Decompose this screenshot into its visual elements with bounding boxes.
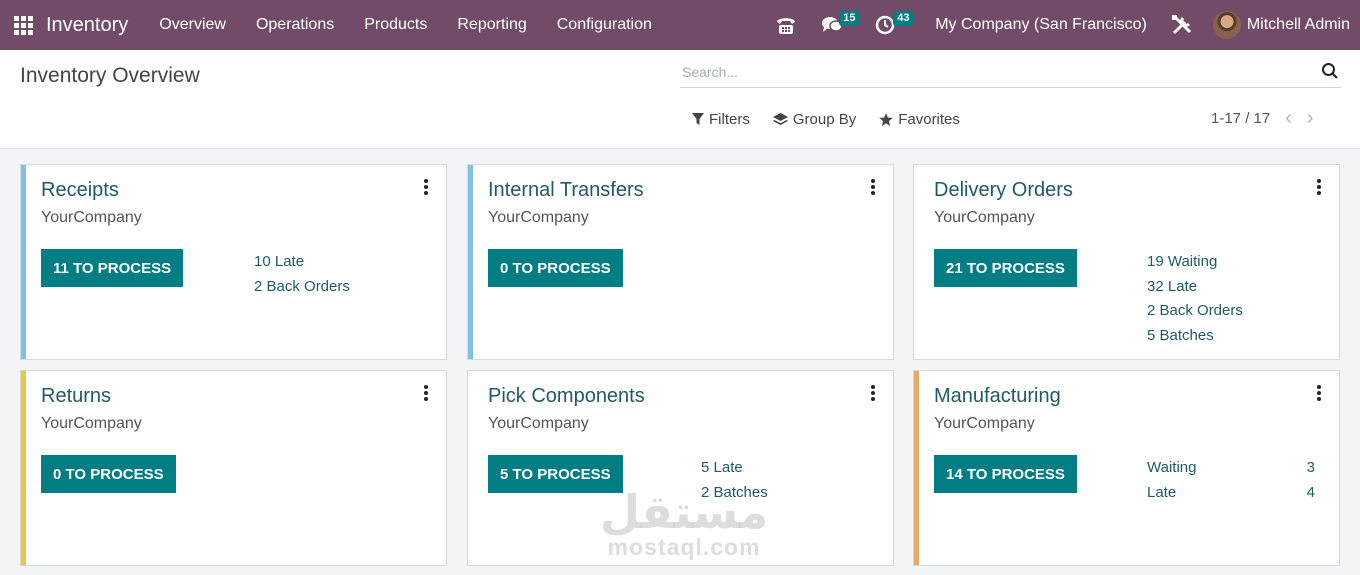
layers-icon xyxy=(772,112,788,125)
debug-tools-icon[interactable] xyxy=(1171,0,1193,50)
card-returns: Returns YourCompany 0 TO PROCESS xyxy=(20,370,447,566)
card-manufacturing: Manufacturing YourCompany 14 TO PROCESS … xyxy=(913,370,1340,566)
stat-late-link[interactable]: 10 Late xyxy=(254,253,350,278)
card-title[interactable]: Receipts xyxy=(41,179,119,202)
company-switcher[interactable]: My Company (San Francisco) xyxy=(935,16,1147,34)
menu-reporting[interactable]: Reporting xyxy=(442,0,541,50)
card-company: YourCompany xyxy=(488,415,589,432)
filters-label: Filters xyxy=(709,111,750,128)
apps-menu-icon[interactable] xyxy=(0,0,46,50)
card-title[interactable]: Pick Components xyxy=(488,385,645,408)
app-name[interactable]: Inventory xyxy=(46,14,128,37)
search-input[interactable] xyxy=(680,60,1300,84)
stat-label: Waiting xyxy=(1147,459,1197,476)
menu-operations[interactable]: Operations xyxy=(241,0,349,50)
stat-back-orders-link[interactable]: 2 Back Orders xyxy=(254,278,350,303)
search-icon[interactable] xyxy=(1321,62,1339,85)
group-by-label: Group By xyxy=(792,111,857,128)
to-process-button[interactable]: 14 TO PROCESS xyxy=(934,455,1077,493)
messages-icon[interactable]: 15 xyxy=(821,0,860,50)
stat-back-orders-link[interactable]: 2 Back Orders xyxy=(1147,302,1243,327)
to-process-button[interactable]: 0 TO PROCESS xyxy=(41,455,176,493)
stat-count: 4 xyxy=(1306,483,1315,501)
messages-badge: 15 xyxy=(839,11,860,26)
card-company: YourCompany xyxy=(41,209,142,226)
card-color-bar xyxy=(468,165,473,359)
card-receipts: Receipts YourCompany 11 TO PROCESS 10 La… xyxy=(20,164,447,360)
phone-icon[interactable] xyxy=(775,0,797,50)
search-bar xyxy=(680,60,1341,88)
stat-late-link[interactable]: 32 Late xyxy=(1147,278,1243,303)
favorites-button[interactable]: Favorites xyxy=(879,111,960,128)
group-by-button[interactable]: Group By xyxy=(772,111,857,128)
card-company: YourCompany xyxy=(41,415,142,432)
stat-waiting-link[interactable]: Waiting 3 xyxy=(1147,459,1315,484)
card-title[interactable]: Internal Transfers xyxy=(488,179,644,202)
pager: 1-17 / 17 ‹ › xyxy=(1211,108,1314,128)
favorites-label: Favorites xyxy=(898,111,960,128)
card-menu-icon[interactable] xyxy=(420,385,432,401)
stat-count: 3 xyxy=(1306,459,1315,476)
filter-icon xyxy=(692,113,704,125)
card-color-bar xyxy=(914,371,919,565)
control-panel: Inventory Overview Filters Group By Favo… xyxy=(0,50,1360,149)
user-avatar[interactable] xyxy=(1212,11,1241,39)
card-color-bar xyxy=(21,371,26,565)
top-navbar: Inventory Overview Operations Products R… xyxy=(0,0,1360,50)
card-menu-icon[interactable] xyxy=(867,385,879,401)
to-process-button[interactable]: 0 TO PROCESS xyxy=(488,249,623,287)
stat-late-link[interactable]: 5 Late xyxy=(701,459,768,484)
chevron-right-icon[interactable]: › xyxy=(1307,108,1314,128)
to-process-button[interactable]: 21 TO PROCESS xyxy=(934,249,1077,287)
stat-waiting-link[interactable]: 19 Waiting xyxy=(1147,253,1243,278)
activities-badge: 43 xyxy=(893,11,914,26)
card-title[interactable]: Delivery Orders xyxy=(934,179,1073,202)
card-stats: 19 Waiting 32 Late 2 Back Orders 5 Batch… xyxy=(1147,253,1243,351)
card-menu-icon[interactable] xyxy=(867,179,879,195)
stat-batches-link[interactable]: 5 Batches xyxy=(1147,327,1243,352)
card-internal-transfers: Internal Transfers YourCompany 0 TO PROC… xyxy=(467,164,894,360)
to-process-button[interactable]: 11 TO PROCESS xyxy=(41,249,184,287)
card-title[interactable]: Returns xyxy=(41,385,111,408)
activities-clock-icon[interactable]: 43 xyxy=(875,0,914,50)
card-delivery-orders: Delivery Orders YourCompany 21 TO PROCES… xyxy=(913,164,1340,360)
card-color-bar xyxy=(21,165,26,359)
pager-value[interactable]: 1-17 / 17 xyxy=(1211,110,1270,127)
user-menu[interactable]: Mitchell Admin xyxy=(1247,16,1350,34)
stat-label: Late xyxy=(1147,483,1177,501)
card-company: YourCompany xyxy=(934,415,1035,432)
watermark-arabic: مستقل xyxy=(600,485,769,539)
card-stats: Waiting 3 Late 4 xyxy=(1147,459,1315,508)
card-title[interactable]: Manufacturing xyxy=(934,385,1061,408)
watermark-logo: مستقل mostaql.com xyxy=(600,485,769,561)
card-stats: 10 Late 2 Back Orders xyxy=(254,253,350,302)
stat-late-link[interactable]: Late 4 xyxy=(1147,484,1315,509)
menu-overview[interactable]: Overview xyxy=(144,0,241,50)
watermark-latin: mostaql.com xyxy=(607,534,761,560)
search-options: Filters Group By Favorites xyxy=(692,111,983,128)
page-title: Inventory Overview xyxy=(20,64,200,87)
menu-configuration[interactable]: Configuration xyxy=(542,0,667,50)
card-company: YourCompany xyxy=(934,209,1035,226)
chevron-left-icon[interactable]: ‹ xyxy=(1285,108,1292,128)
card-menu-icon[interactable] xyxy=(1313,385,1325,401)
card-menu-icon[interactable] xyxy=(1313,179,1325,195)
menu-products[interactable]: Products xyxy=(349,0,442,50)
card-menu-icon[interactable] xyxy=(420,179,432,195)
star-icon xyxy=(879,112,894,126)
card-company: YourCompany xyxy=(488,209,589,226)
filters-button[interactable]: Filters xyxy=(692,111,750,128)
